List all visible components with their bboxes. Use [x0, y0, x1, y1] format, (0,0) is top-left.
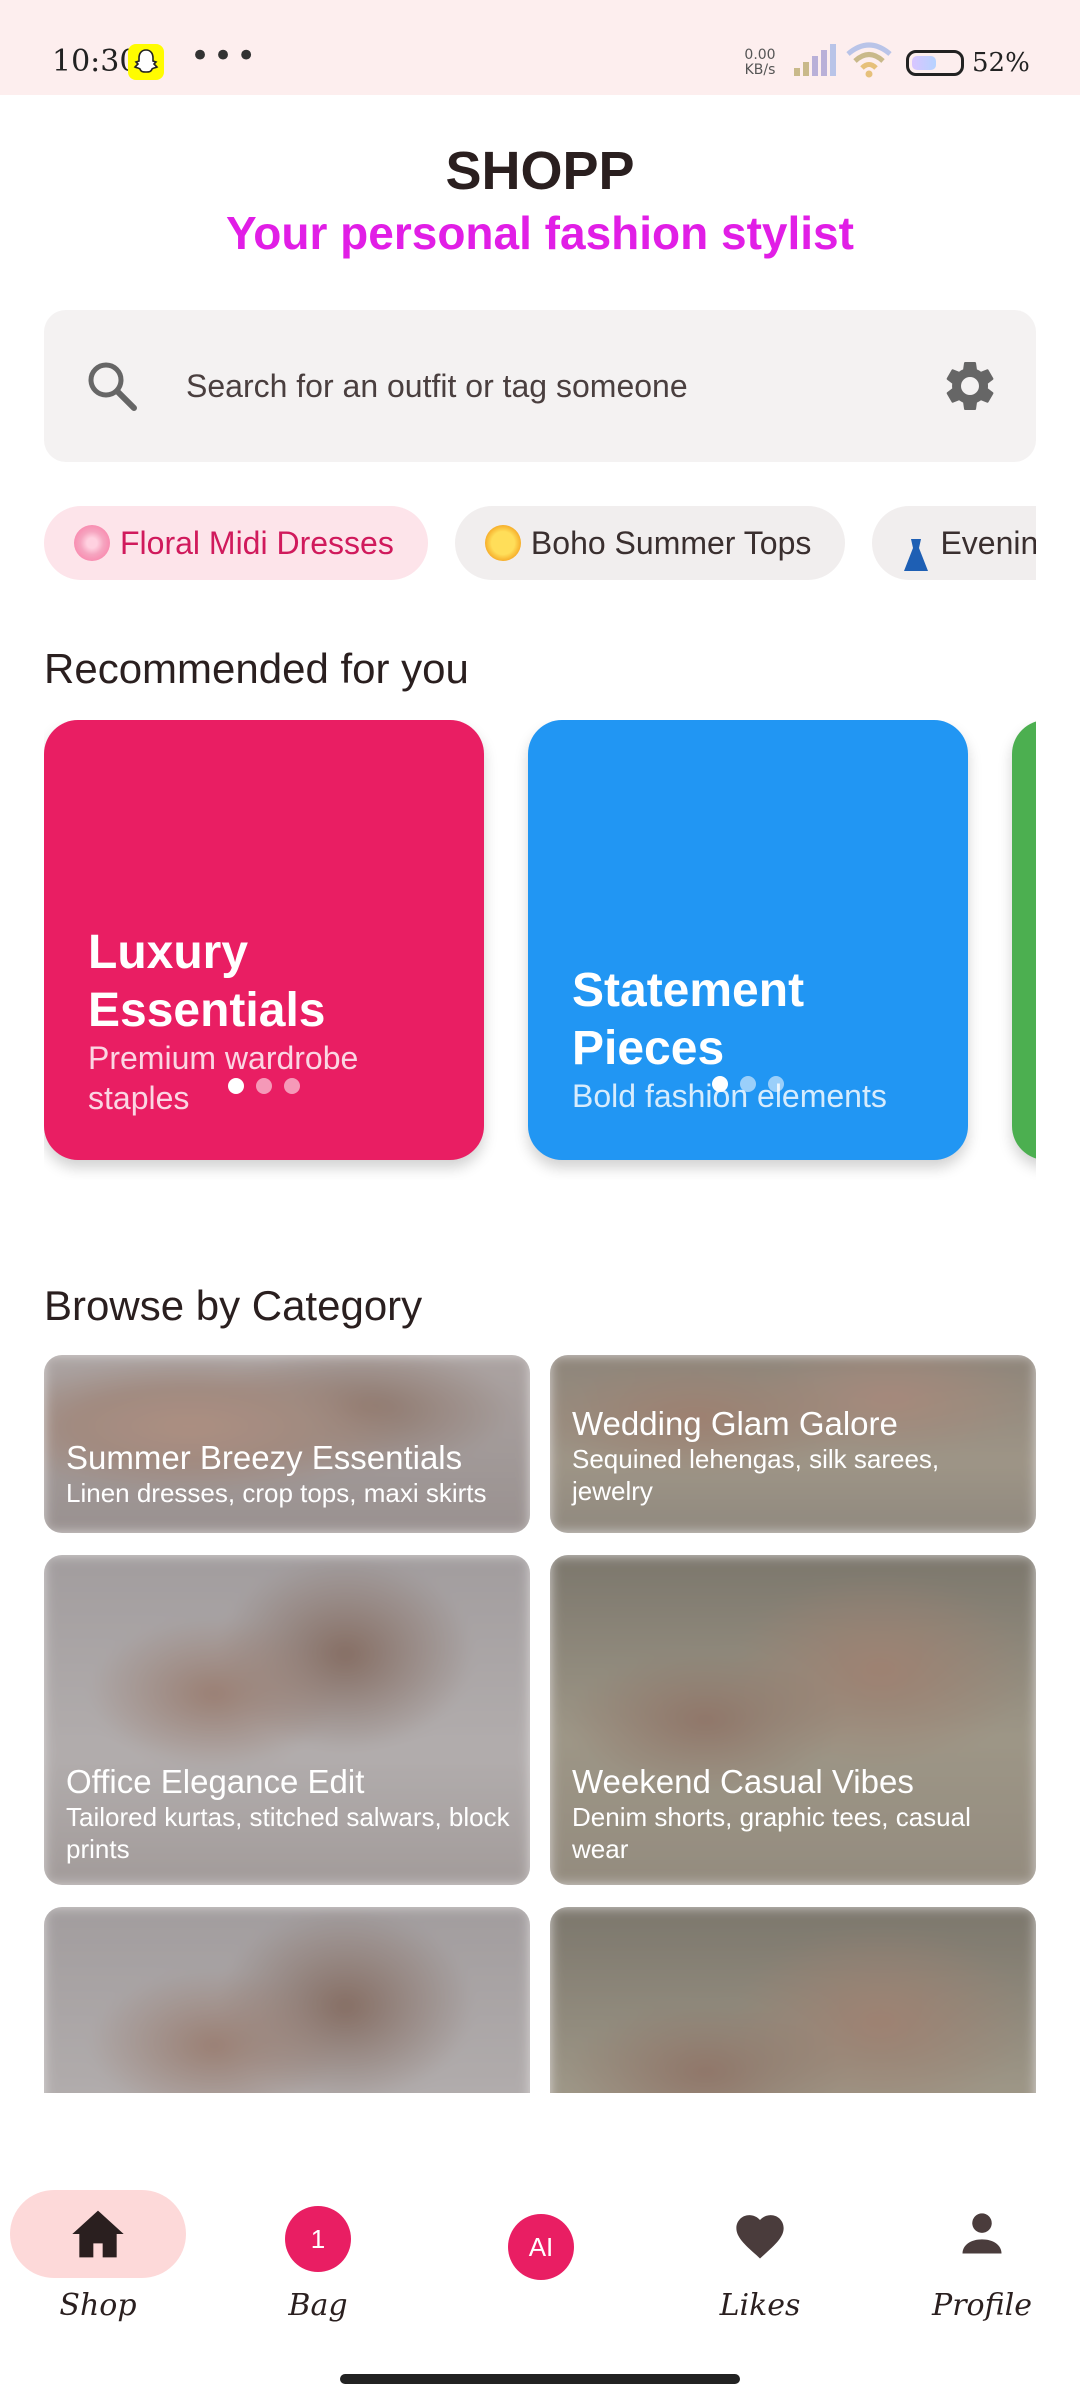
signal-icon — [792, 44, 836, 82]
recommended-title: Recommended for you — [44, 645, 469, 692]
search-bar[interactable] — [44, 310, 1036, 462]
nav-label: Shop — [59, 2288, 137, 2323]
flower-emoji-icon — [74, 524, 110, 561]
battery-icon — [906, 50, 964, 76]
network-speed-value: 0.00 — [744, 47, 776, 63]
photo-overlay — [44, 1907, 530, 2093]
search-icon[interactable] — [84, 358, 140, 418]
carousel-dot — [740, 1076, 756, 1092]
category-subtitle: Linen dresses, crop tops, maxi skirts — [66, 1478, 487, 1508]
chip-label: Boho Summer Tops — [530, 525, 812, 561]
nav-profile[interactable]: Profile — [894, 2170, 1070, 2340]
battery-fill — [912, 56, 936, 70]
carousel-dots — [228, 1078, 312, 1098]
rec-card-title: Luxury Essentials — [88, 926, 326, 1037]
more-notifications-icon: ••• — [190, 36, 260, 76]
search-input[interactable] — [186, 358, 946, 414]
gear-icon[interactable] — [940, 356, 1000, 420]
wifi-icon — [846, 42, 892, 82]
app-title: SHOPP — [445, 141, 635, 201]
sun-emoji-icon — [484, 524, 521, 561]
rec-card-title: Statement Pieces — [572, 964, 805, 1075]
ai-stylist-button[interactable]: AI — [508, 2214, 574, 2280]
category-grid: Summer Breezy Essentials Linen dresses, … — [44, 1355, 1036, 2093]
person-icon — [956, 2208, 1008, 2264]
chip-evening[interactable]: Evening — [872, 506, 1036, 580]
carousel-dot — [712, 1076, 728, 1092]
chip-label: Evening — [940, 525, 1036, 561]
carousel-dots — [712, 1076, 796, 1096]
category-card-partial-left[interactable] — [44, 1907, 530, 2093]
carousel-dot — [256, 1078, 272, 1094]
dress-emoji-icon — [902, 525, 930, 571]
rec-card-luxury-essentials[interactable]: Luxury Essentials Premium wardrobe stapl… — [44, 720, 484, 1160]
carousel-dot — [284, 1078, 300, 1094]
category-subtitle: Denim shorts, graphic tees, casual wear — [572, 1802, 971, 1864]
status-bar: 10:30 ••• 0.00 KB/s 52% — [0, 0, 1080, 95]
chip-floral-midi-dresses[interactable]: Floral Midi Dresses — [44, 506, 428, 580]
battery-percent: 52% — [972, 48, 1030, 78]
category-card-office-elegance[interactable]: Office Elegance Edit Tailored kurtas, st… — [44, 1555, 530, 1885]
category-title: Office Elegance Edit — [66, 1763, 365, 1800]
category-card-summer-breezy[interactable]: Summer Breezy Essentials Linen dresses, … — [44, 1355, 530, 1533]
category-card-wedding-glam[interactable]: Wedding Glam Galore Sequined lehengas, s… — [550, 1355, 1036, 1533]
rec-card-partial[interactable] — [1012, 720, 1036, 1160]
carousel-dot — [768, 1076, 784, 1092]
chip-boho-summer-tops[interactable]: Boho Summer Tops — [454, 506, 846, 580]
home-indicator[interactable] — [340, 2374, 740, 2384]
status-time: 10:30 — [52, 44, 139, 79]
heart-icon — [731, 2208, 789, 2264]
category-card-weekend-casual[interactable]: Weekend Casual Vibes Denim shorts, graph… — [550, 1555, 1036, 1885]
category-title: Weekend Casual Vibes — [572, 1763, 914, 1800]
nav-likes[interactable]: Likes — [672, 2170, 848, 2340]
nav-bag[interactable]: 1 Bag — [230, 2170, 406, 2340]
categories-title: Browse by Category — [44, 1282, 423, 1329]
tag-chips: Floral Midi Dresses Boho Summer Tops Eve… — [44, 506, 1036, 580]
nav-shop[interactable]: Shop — [10, 2170, 186, 2340]
category-title: Wedding Glam Galore — [572, 1405, 898, 1442]
recommended-carousel[interactable]: Luxury Essentials Premium wardrobe stapl… — [44, 720, 1036, 1180]
category-subtitle: Tailored kurtas, stitched salwars, block… — [66, 1802, 510, 1864]
photo-overlay — [550, 1907, 1036, 2093]
category-subtitle: Sequined lehengas, silk sarees, jewelry — [572, 1444, 940, 1506]
category-card-partial-right[interactable] — [550, 1907, 1036, 2093]
nav-label: Bag — [288, 2288, 348, 2323]
category-title: Summer Breezy Essentials — [66, 1439, 463, 1476]
chip-label: Floral Midi Dresses — [120, 525, 394, 561]
carousel-dot — [228, 1078, 244, 1094]
network-speed: 0.00 KB/s — [735, 48, 785, 78]
snapchat-notification-icon — [128, 44, 164, 80]
home-icon — [70, 2208, 126, 2264]
rec-card-statement-pieces[interactable]: Statement Pieces Bold fashion elements — [528, 720, 968, 1160]
app-subtitle: Your personal fashion stylist — [226, 207, 854, 259]
bag-count-badge: 1 — [285, 2206, 351, 2272]
nav-label: Likes — [719, 2288, 801, 2323]
network-speed-unit: KB/s — [744, 62, 776, 78]
nav-label: Profile — [932, 2288, 1032, 2323]
